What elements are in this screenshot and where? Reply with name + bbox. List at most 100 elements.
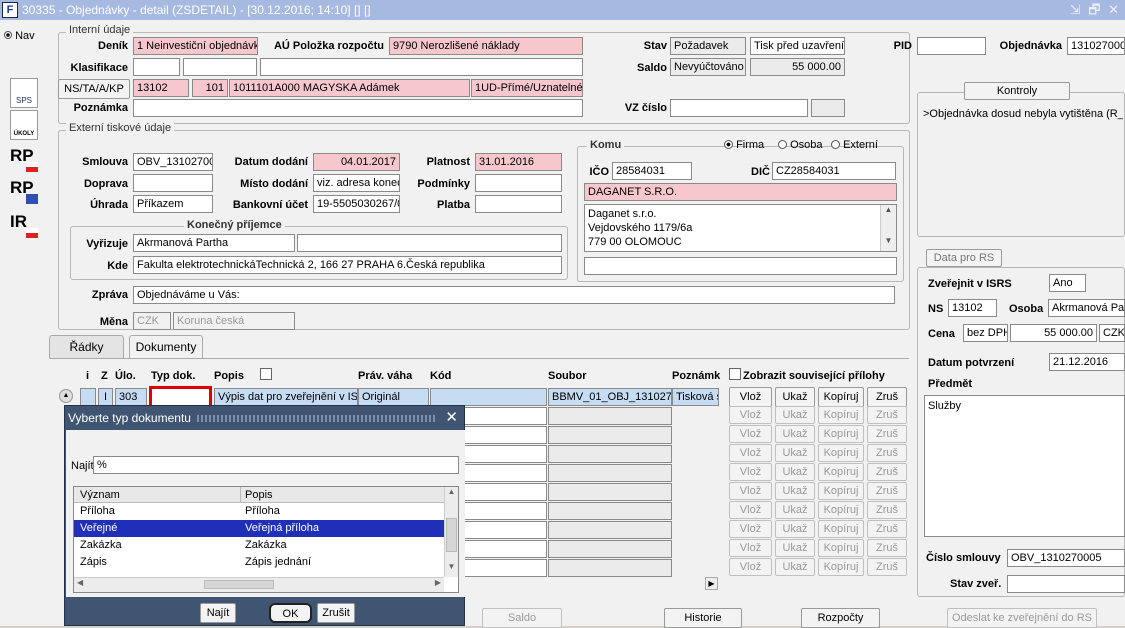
zrus-button[interactable]: Zruš [867, 425, 907, 443]
ukaz-button[interactable]: Ukaž [775, 387, 815, 407]
pid-field[interactable] [917, 37, 986, 55]
row-soubor-field[interactable] [548, 483, 672, 501]
vloz-button[interactable]: Vlož [729, 558, 772, 576]
komu-extra-field[interactable] [584, 257, 897, 275]
datum-potvrzeni-field[interactable]: 21.12.2016 [1049, 353, 1125, 371]
row-popis-field[interactable]: Výpis dat pro zveřejnění v IS [214, 388, 358, 406]
ukaz-button[interactable]: Ukaž [775, 425, 815, 443]
mena-code-field[interactable]: CZK [133, 312, 171, 330]
doprava-field[interactable] [133, 174, 213, 192]
vloz-button[interactable]: Vlož [729, 539, 772, 557]
list-item[interactable]: Zápis Zápis jednání [74, 554, 444, 571]
zrus-button[interactable]: Zruš [867, 558, 907, 576]
ns-field[interactable]: 13102 [133, 79, 189, 97]
row-soubor-field[interactable] [548, 559, 672, 577]
scroll-down-icon[interactable]: ▼ [881, 236, 896, 245]
scroll-right-icon[interactable]: ▶ [435, 578, 441, 587]
vloz-button[interactable]: Vlož [729, 501, 772, 519]
kp-field[interactable]: 1011101A000 MAGYSKA Adámek [229, 79, 470, 97]
kopiruj-button[interactable]: Kopíruj [818, 558, 864, 576]
ico-field[interactable]: 28584031 [612, 162, 692, 180]
rs-ns-field[interactable]: 13102 [948, 299, 997, 317]
vyrizuje-field[interactable]: Akrmanová Partha [133, 234, 295, 252]
dic-field[interactable]: CZ28584031 [772, 162, 896, 180]
ns-ta-a-kp-button[interactable]: NS/TA/A/KP [58, 79, 130, 99]
ta-field[interactable]: 101 [192, 79, 228, 97]
denik-field[interactable]: 1 Neinvestiční objednávk [133, 37, 258, 55]
window-controls[interactable]: ⇲ 🗗 ✕ [1070, 0, 1121, 20]
sps-button[interactable]: SPS [10, 78, 38, 108]
dialog-find-button[interactable]: Najít [200, 603, 236, 623]
vz-button[interactable] [811, 99, 845, 117]
popis-checkbox[interactable] [260, 368, 272, 380]
vloz-button[interactable]: Vlož [729, 463, 772, 481]
historie-button[interactable]: Historie [664, 608, 742, 628]
platba-field[interactable] [475, 195, 562, 213]
scroll-down-icon[interactable]: ▼ [445, 562, 458, 571]
list-item[interactable]: Zakázka Zakázka [74, 537, 444, 554]
stav-print-field[interactable]: Tisk před uzavření [750, 37, 845, 55]
bankovni-ucet-field[interactable]: 19-5505030267/0 [313, 195, 400, 213]
ukaz-button[interactable]: Ukaž [775, 520, 815, 538]
saldo-amount-field[interactable]: 55 000.00 [750, 58, 845, 76]
radio-firma[interactable]: Firma [724, 139, 764, 151]
row-i-field[interactable] [80, 388, 96, 406]
row-z-field[interactable]: I [98, 388, 113, 406]
vloz-button[interactable]: Vlož [729, 444, 772, 462]
h-scroll-thumb[interactable] [204, 580, 274, 589]
objednavka-field[interactable]: 131027000 [1067, 37, 1125, 55]
ukoly-button[interactable]: ÚKOLY [10, 110, 38, 140]
scroll-up-icon[interactable]: ▲ [59, 389, 73, 403]
address-scrollbar[interactable]: ▲ ▼ [880, 205, 896, 251]
cena-currency-field[interactable]: CZK [1099, 324, 1125, 342]
rp-cz-button[interactable]: RP [10, 146, 38, 176]
close-icon[interactable]: ✕ [445, 406, 458, 430]
ukaz-button[interactable]: Ukaž [775, 482, 815, 500]
scroll-left-icon[interactable]: ◀ [77, 578, 83, 587]
au-field[interactable]: 9790 Nerozlišené náklady [389, 37, 583, 55]
tab-dokumenty[interactable]: Dokumenty [129, 335, 203, 359]
poznamka-field[interactable] [133, 99, 583, 117]
komu-address[interactable]: Daganet s.r.o. Vejdovského 1179/6a 779 0… [584, 204, 897, 252]
dialog-cancel-button[interactable]: Zrušit [317, 603, 355, 623]
scroll-right-icon[interactable]: ▶ [705, 577, 718, 590]
list-h-scrollbar[interactable]: ◀ ▶ [74, 577, 444, 592]
row-kod-field[interactable] [430, 388, 547, 406]
zrus-button[interactable]: Zruš [867, 387, 907, 407]
dialog-ok-button[interactable]: OK [269, 603, 312, 623]
list-item-selected[interactable]: Veřejné Veřejná příloha [74, 520, 444, 537]
row-soubor-field[interactable] [548, 426, 672, 444]
row-soubor-field[interactable] [548, 502, 672, 520]
row-soubor-field[interactable] [548, 464, 672, 482]
scroll-up-icon[interactable]: ▲ [881, 205, 896, 214]
podminky-field[interactable] [475, 174, 562, 192]
row-soubor-field[interactable]: BBMV_01_OBJ_1310270 [548, 388, 672, 406]
saldo-button[interactable]: Saldo [482, 608, 562, 628]
rs-osoba-field[interactable]: Akrmanová Par [1048, 299, 1125, 317]
klasifikace-field-2[interactable] [183, 58, 257, 76]
vloz-button[interactable]: Vlož [729, 406, 772, 424]
klasifikace-field-1[interactable] [133, 58, 180, 76]
vyrizuje-field-2[interactable] [297, 234, 562, 252]
kopiruj-button[interactable]: Kopíruj [818, 520, 864, 538]
kopiruj-button[interactable]: Kopíruj [818, 482, 864, 500]
vloz-button[interactable]: Vlož [729, 425, 772, 443]
misto-dodani-field[interactable]: viz. adresa konec [313, 174, 400, 192]
vloz-button[interactable]: Vlož [729, 387, 772, 407]
predmet-field[interactable]: Služby [924, 395, 1125, 537]
ukaz-button[interactable]: Ukaž [775, 558, 815, 576]
rs-legend-button[interactable]: Data pro RS [926, 249, 1002, 267]
zrus-button[interactable]: Zruš [867, 539, 907, 557]
kopiruj-button[interactable]: Kopíruj [818, 444, 864, 462]
saldo-field[interactable]: Nevyúčtováno [670, 58, 746, 76]
nav-radio[interactable]: Nav [4, 30, 35, 42]
drag-grip[interactable] [197, 415, 437, 422]
zrus-button[interactable]: Zruš [867, 444, 907, 462]
radio-osoba[interactable]: Osoba [778, 139, 822, 151]
scroll-thumb[interactable] [446, 518, 457, 552]
odeslat-rs-button[interactable]: Odeslat ke zveřejnění do RS [947, 608, 1097, 628]
ukaz-button[interactable]: Ukaž [775, 444, 815, 462]
row-soubor-field[interactable] [548, 521, 672, 539]
list-item[interactable]: Příloha Příloha [74, 503, 444, 520]
kopiruj-button[interactable]: Kopíruj [818, 387, 864, 407]
